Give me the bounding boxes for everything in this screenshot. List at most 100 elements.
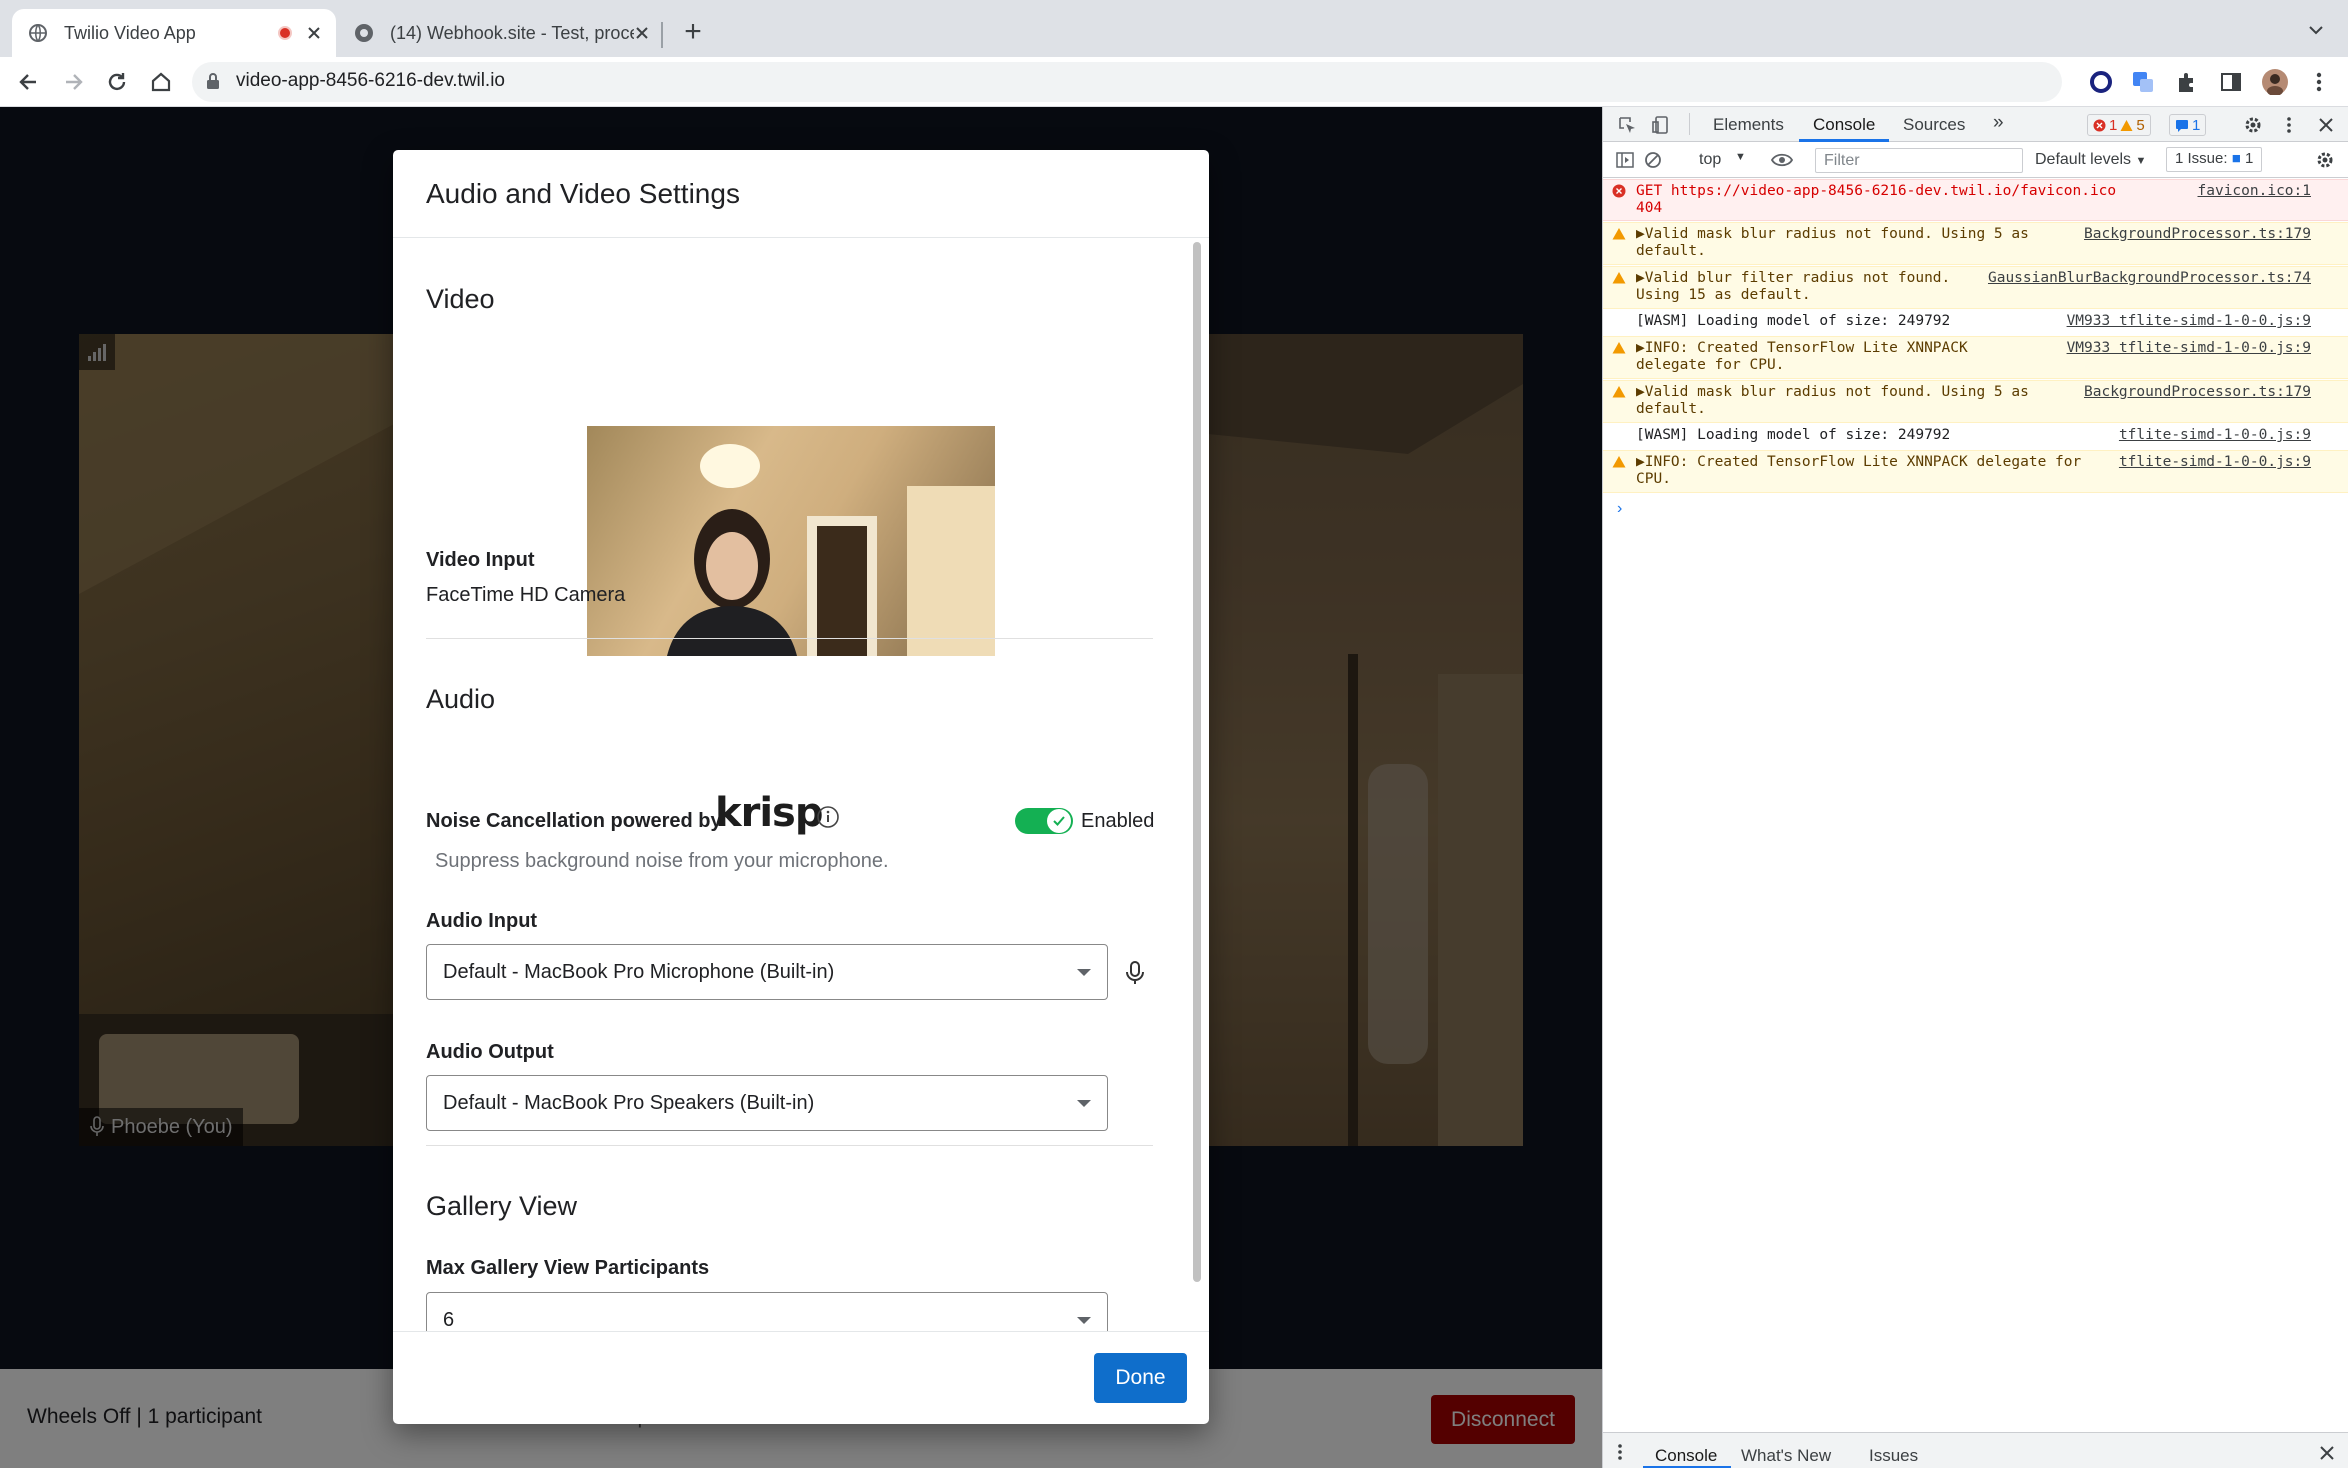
- message-line: 404: [1636, 200, 1663, 216]
- video-input-value: FaceTime HD Camera: [426, 584, 626, 606]
- done-button[interactable]: Done: [1094, 1353, 1187, 1403]
- noise-cancellation-description: Suppress background noise from your micr…: [435, 850, 889, 872]
- reload-icon[interactable]: [104, 69, 130, 95]
- profile-avatar-icon[interactable]: [2262, 69, 2288, 95]
- console-message-info[interactable]: [WASM] Loading model of size: 249792 VM9…: [1603, 310, 2348, 335]
- video-preview: [587, 426, 995, 656]
- info-counter[interactable]: 1: [2169, 114, 2207, 136]
- tab-webhook-site[interactable]: (14) Webhook.site - Test, process: [344, 9, 660, 57]
- console-source-link[interactable]: tflite-simd-1-0-0.js:9: [2119, 454, 2311, 471]
- dialog-scrollbar[interactable]: [1193, 242, 1201, 1282]
- url-text[interactable]: video-app-8456-6216-dev.twil.io: [236, 70, 505, 92]
- lock-icon[interactable]: [205, 72, 221, 90]
- audio-output-value: Default - MacBook Pro Speakers (Built-in…: [443, 1091, 815, 1114]
- console-message-text: ▶Valid mask blur radius not found. Using…: [1636, 384, 2029, 418]
- clear-console-icon[interactable]: [1643, 150, 1663, 170]
- error-warning-counter[interactable]: 1 5: [2087, 114, 2151, 136]
- error-icon: [2093, 119, 2106, 131]
- camera-preview-image: [667, 444, 995, 656]
- console-message-info[interactable]: [WASM] Loading model of size: 249792 tfl…: [1603, 424, 2348, 449]
- checkmark-icon: [1053, 816, 1065, 826]
- extension-circle-icon[interactable]: [2088, 69, 2114, 95]
- console-message-warning[interactable]: ▶Valid blur filter radius not found. Usin…: [1603, 266, 2348, 309]
- divider: [426, 1145, 1153, 1146]
- chevron-down-icon[interactable]: [2306, 20, 2326, 40]
- warning-icon: [1612, 456, 1626, 468]
- issues-button[interactable]: 1 Issue: ■ 1: [2166, 147, 2263, 172]
- console-source-link[interactable]: BackgroundProcessor.ts:179: [2084, 384, 2311, 401]
- noise-cancellation-label: Noise Cancellation powered by: [426, 810, 722, 832]
- kebab-menu-icon[interactable]: [2306, 69, 2332, 95]
- side-panel-icon[interactable]: [2218, 69, 2244, 95]
- back-arrow-icon[interactable]: [16, 69, 42, 95]
- console-settings-gear-icon[interactable]: [2315, 150, 2335, 170]
- tab-twilio-video-app[interactable]: Twilio Video App: [12, 9, 336, 57]
- max-participants-value: 6: [443, 1308, 455, 1331]
- settings-gear-icon[interactable]: [2243, 115, 2263, 135]
- divider: [426, 638, 1153, 639]
- new-tab-button[interactable]: +: [678, 17, 708, 49]
- extensions-puzzle-icon[interactable]: [2174, 69, 2200, 95]
- tab-console[interactable]: Console: [1813, 115, 1875, 135]
- kebab-menu-icon[interactable]: [1615, 1442, 1625, 1462]
- message-line: CPU.: [1636, 471, 1671, 487]
- max-participants-select[interactable]: 6: [426, 1292, 1108, 1331]
- close-icon[interactable]: [2317, 116, 2335, 134]
- tab-sources[interactable]: Sources: [1903, 115, 1965, 135]
- live-expression-eye-icon[interactable]: [1771, 151, 1793, 169]
- console-source-link[interactable]: BackgroundProcessor.ts:179: [2084, 226, 2311, 243]
- console-source-link[interactable]: GaussianBlurBackgroundProcessor.ts:74: [1988, 270, 2311, 287]
- close-tab-icon[interactable]: [306, 25, 322, 41]
- console-filter-input[interactable]: Filter: [1815, 148, 2023, 173]
- home-icon[interactable]: [148, 69, 174, 95]
- log-levels-dropdown[interactable]: Default levels ▼: [2035, 151, 2146, 169]
- inspect-element-icon[interactable]: [1617, 115, 1637, 135]
- warning-icon: [1612, 386, 1626, 398]
- tab-strip: Twilio Video App (14) Webhook.site - Tes…: [0, 0, 2348, 57]
- audio-output-label: Audio Output: [426, 1041, 554, 1063]
- issues-label: 1 Issue:: [2175, 150, 2228, 167]
- forward-arrow-icon[interactable]: [60, 69, 86, 95]
- console-toolbar: top ▼ Filter Default levels ▼ 1 Issue: ■…: [1603, 142, 2348, 178]
- kebab-menu-icon[interactable]: [2279, 115, 2299, 135]
- console-message-error[interactable]: GET https://video-app-8456-6216-dev.twil…: [1603, 179, 2348, 221]
- tab-elements[interactable]: Elements: [1713, 115, 1784, 135]
- console-message-warning[interactable]: ▶INFO: Created TensorFlow Lite XNNPACK d…: [1603, 450, 2348, 493]
- audio-output-select[interactable]: Default - MacBook Pro Speakers (Built-in…: [426, 1075, 1108, 1131]
- console-source-link[interactable]: VM933 tflite-simd-1-0-0.js:9: [2067, 340, 2311, 357]
- console-prompt-chevron-icon[interactable]: ›: [1617, 500, 1622, 518]
- drawer-tab-issues[interactable]: Issues: [1869, 1446, 1918, 1466]
- console-source-link[interactable]: tflite-simd-1-0-0.js:9: [2119, 427, 2311, 444]
- toggle-knob[interactable]: [1047, 809, 1071, 833]
- error-count: 1: [2109, 116, 2118, 134]
- close-icon[interactable]: [2319, 1445, 2335, 1461]
- console-message-warning[interactable]: ▶Valid mask blur radius not found. Using…: [1603, 380, 2348, 423]
- dialog-content: Video Video Input FaceTime HD Camera Aud…: [393, 238, 1209, 1331]
- devtools-panel: Elements Console Sources » 1 5 1 top ▼ F…: [1602, 107, 2348, 1468]
- drawer-tab-console[interactable]: Console: [1655, 1446, 1717, 1466]
- device-toolbar-icon[interactable]: [1651, 115, 1671, 135]
- more-tabs-chevron-icon[interactable]: »: [1993, 112, 2004, 134]
- console-message-warning[interactable]: ▶INFO: Created TensorFlow Lite XNNPACK de…: [1603, 336, 2348, 379]
- dropdown-triangle-icon[interactable]: ▼: [1735, 151, 1746, 163]
- warning-icon: [1612, 228, 1626, 240]
- context-selector[interactable]: top: [1699, 151, 1721, 169]
- close-tab-icon[interactable]: [634, 25, 650, 41]
- translate-extension-icon[interactable]: [2130, 69, 2156, 95]
- console-message-warning[interactable]: ▶Valid mask blur radius not found. Using…: [1603, 222, 2348, 265]
- message-line: ▶Valid mask blur radius not found. Using…: [1636, 384, 2029, 400]
- info-count: 1: [2192, 116, 2201, 134]
- message-line: GET https://video-app-8456-6216-dev.twil…: [1636, 183, 2117, 199]
- console-source-link[interactable]: favicon.ico:1: [2198, 183, 2312, 200]
- info-icon[interactable]: [816, 805, 840, 829]
- message-line: ▶Valid mask blur radius not found. Using…: [1636, 226, 2029, 242]
- microphone-icon[interactable]: [1125, 960, 1145, 986]
- sidebar-toggle-icon[interactable]: [1615, 150, 1635, 170]
- warning-icon: [1612, 272, 1626, 284]
- console-message-text: ▶INFO: Created TensorFlow Lite XNNPACK de…: [1636, 340, 1968, 374]
- drawer-tab-whats-new[interactable]: What's New: [1741, 1446, 1831, 1466]
- message-line: delegate for CPU.: [1636, 357, 1785, 373]
- audio-input-select[interactable]: Default - MacBook Pro Microphone (Built-…: [426, 944, 1108, 1000]
- console-source-link[interactable]: VM933 tflite-simd-1-0-0.js:9: [2067, 313, 2311, 330]
- audio-heading: Audio: [426, 684, 496, 714]
